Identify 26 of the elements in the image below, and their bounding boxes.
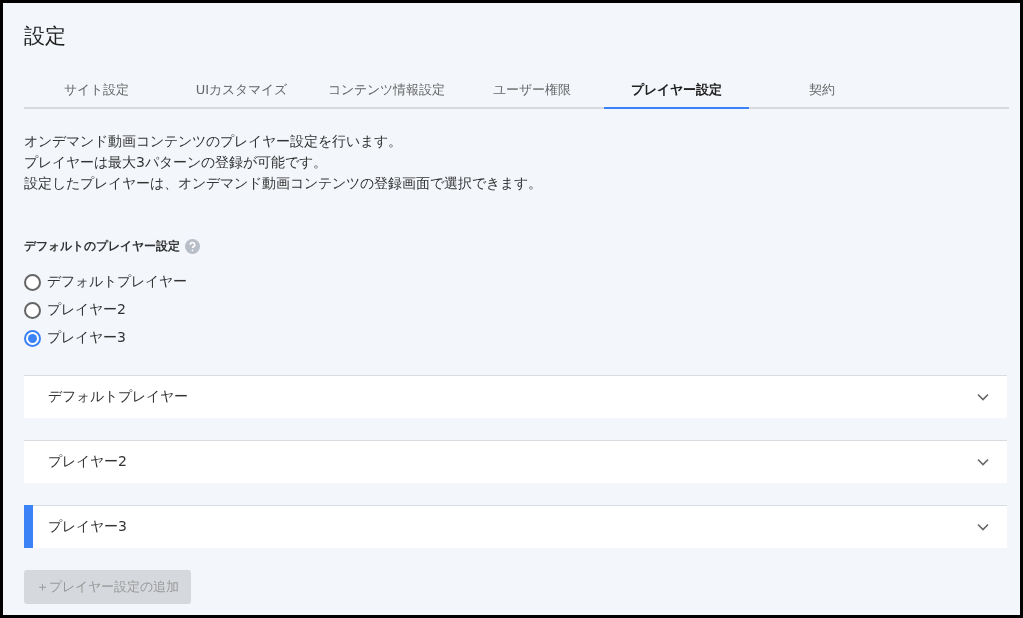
radio-button[interactable] <box>24 273 41 291</box>
section-label: デフォルトのプレイヤー設定 <box>24 238 180 255</box>
description-text: プレイヤーは最大3パターンの登録が可能です。 <box>24 153 328 172</box>
tab[interactable]: 契約 <box>749 73 894 109</box>
chevron-icon[interactable] <box>977 458 989 466</box>
radio-label[interactable]: プレイヤー2 <box>47 301 126 319</box>
player-panel[interactable]: プレイヤー2 <box>24 440 1007 483</box>
tab[interactable]: プレイヤー設定 <box>604 73 749 109</box>
chevron-icon[interactable] <box>977 523 989 531</box>
page-title: 設定 <box>24 23 67 49</box>
panel-title: デフォルトプレイヤー <box>48 388 188 406</box>
radio-button[interactable] <box>24 301 41 319</box>
player-panel[interactable]: デフォルトプレイヤー <box>24 375 1007 418</box>
tab[interactable]: UIカスタマイズ <box>169 73 314 109</box>
tab[interactable]: コンテンツ情報設定 <box>314 73 459 109</box>
radio-label[interactable]: プレイヤー3 <box>47 329 126 347</box>
radio-button[interactable] <box>24 329 41 347</box>
panel-title: プレイヤー3 <box>48 518 127 536</box>
player-panel[interactable]: プレイヤー3 <box>24 505 1007 548</box>
tab[interactable]: ユーザー権限 <box>459 73 604 109</box>
panel-title: プレイヤー2 <box>48 453 127 471</box>
chevron-icon[interactable] <box>977 393 989 401</box>
radio-label[interactable]: デフォルトプレイヤー <box>47 273 187 291</box>
description-text: オンデマンド動画コンテンツのプレイヤー設定を行います。 <box>24 132 403 151</box>
description-text: 設定したプレイヤーは、オンデマンド動画コンテンツの登録画面で選択できます。 <box>24 174 543 193</box>
tab[interactable]: サイト設定 <box>24 73 169 109</box>
